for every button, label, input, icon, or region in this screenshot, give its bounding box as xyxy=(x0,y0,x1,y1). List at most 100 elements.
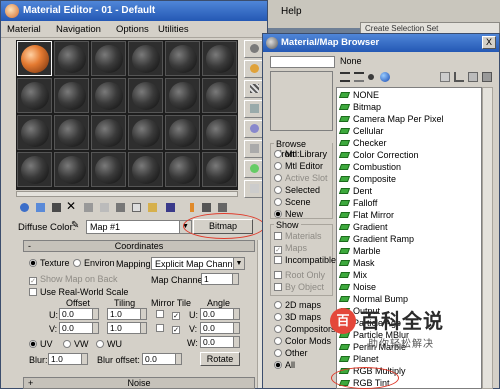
u-mirror-checkbox[interactable] xyxy=(156,309,167,319)
sample-slot[interactable] xyxy=(128,78,163,113)
browse-selected-radio[interactable]: Selected xyxy=(274,185,320,195)
sample-slot[interactable] xyxy=(17,78,52,113)
reset-map-button[interactable]: ✕ xyxy=(66,199,80,213)
map-list-item[interactable]: Composite xyxy=(338,174,396,184)
menu-material[interactable]: Material xyxy=(7,24,41,35)
v-tiling-spinner[interactable]: 1.0 xyxy=(107,322,147,334)
sample-slot[interactable] xyxy=(202,115,237,150)
map-list-item[interactable]: Cellular xyxy=(338,126,384,136)
category-color-mods-radio[interactable]: Color Mods xyxy=(274,336,331,346)
wu-radio[interactable]: WU xyxy=(96,339,122,349)
sample-type-button[interactable] xyxy=(244,40,264,58)
sample-slot[interactable] xyxy=(165,152,200,187)
browse-new-radio[interactable]: New xyxy=(274,209,303,219)
sample-slot[interactable] xyxy=(91,41,126,76)
mapping-dropdown[interactable]: Explicit Map Channel ▼ xyxy=(151,257,245,270)
category-all-radio[interactable]: All xyxy=(274,360,295,370)
map-list-item[interactable]: Flat Mirror xyxy=(338,210,394,220)
root-only-checkbox[interactable]: Root Only xyxy=(274,270,325,280)
map-list-item[interactable]: Normal Bump xyxy=(338,294,408,304)
make-unique-button[interactable] xyxy=(98,201,112,215)
map-list-item[interactable]: Checker xyxy=(338,138,387,148)
category-2d-maps-radio[interactable]: 2D maps xyxy=(274,300,321,310)
browse-scene-radio[interactable]: Scene xyxy=(274,197,311,207)
sample-slot[interactable] xyxy=(128,41,163,76)
map-list-item[interactable]: NONE xyxy=(338,90,379,100)
sample-slot[interactable] xyxy=(202,78,237,113)
u-offset-spinner[interactable]: 0.0 xyxy=(59,308,99,320)
map-list-item[interactable]: Gradient xyxy=(338,222,388,232)
rotate-button[interactable]: Rotate xyxy=(200,352,240,366)
uv-radio[interactable]: UV xyxy=(29,339,53,349)
v-mirror-checkbox[interactable] xyxy=(156,323,167,333)
sample-slot[interactable] xyxy=(91,78,126,113)
browse-mtl-editor-radio[interactable]: Mtl Editor xyxy=(274,161,323,171)
show-end-result-button[interactable] xyxy=(164,201,178,215)
sample-slots-scrollbar[interactable] xyxy=(16,191,238,197)
map-list-item[interactable]: Camera Map Per Pixel xyxy=(338,114,444,124)
category-3d-maps-radio[interactable]: 3D maps xyxy=(274,312,321,322)
background-button[interactable] xyxy=(244,80,264,98)
sample-slot[interactable] xyxy=(91,115,126,150)
menu-utilities[interactable]: Utilities xyxy=(158,24,189,35)
sample-slot[interactable] xyxy=(54,115,89,150)
select-by-material-button[interactable] xyxy=(244,180,264,198)
sample-slot[interactable] xyxy=(165,41,200,76)
map-list-item[interactable]: Falloff xyxy=(338,198,377,208)
sample-slot[interactable] xyxy=(128,152,163,187)
menu-options[interactable]: Options xyxy=(116,24,149,35)
browse-active-slot-radio[interactable]: Active Slot xyxy=(274,173,328,183)
delete-from-library-icon[interactable] xyxy=(454,72,464,82)
by-object-checkbox[interactable]: By Object xyxy=(274,282,324,292)
save-library-icon[interactable] xyxy=(482,72,492,82)
blur-offset-spinner[interactable]: 0.0 xyxy=(142,353,182,365)
view-small-icons-icon[interactable] xyxy=(368,74,374,80)
vw-radio[interactable]: VW xyxy=(63,339,89,349)
uv-tiling-button[interactable] xyxy=(244,100,264,118)
view-large-icons-icon[interactable] xyxy=(380,72,390,82)
real-world-scale-checkbox[interactable]: Use Real-World Scale xyxy=(29,287,128,297)
get-material-button[interactable] xyxy=(18,201,32,215)
sample-slot[interactable] xyxy=(54,41,89,76)
map-list-item[interactable]: Mask xyxy=(338,258,375,268)
blur-spinner[interactable]: 1.0 xyxy=(48,353,88,365)
material-editor-titlebar[interactable]: Material Editor - 01 - Default xyxy=(1,1,267,21)
v-offset-spinner[interactable]: 0.0 xyxy=(59,322,99,334)
help-menu[interactable]: Help xyxy=(281,6,302,17)
browse-mtl-library-radio[interactable]: Mtl Library xyxy=(274,149,327,159)
assign-material-button[interactable] xyxy=(50,201,64,215)
menu-navigation[interactable]: Navigation xyxy=(56,24,101,35)
clear-library-icon[interactable] xyxy=(468,72,478,82)
show-materials-checkbox[interactable]: Materials xyxy=(274,231,322,241)
category-compositors-radio[interactable]: Compositors xyxy=(274,324,336,334)
view-list-icon[interactable] xyxy=(340,72,350,82)
eyedropper-icon[interactable]: ✎ xyxy=(71,220,83,232)
make-preview-button[interactable] xyxy=(244,140,264,158)
map-list-item[interactable]: Dent xyxy=(338,186,372,196)
map-list-item[interactable]: Combustion xyxy=(338,162,401,172)
sample-slot[interactable] xyxy=(128,115,163,150)
browser-search-input[interactable] xyxy=(270,56,335,68)
environ-radio[interactable]: Environ xyxy=(73,258,115,268)
sample-slot[interactable] xyxy=(17,41,52,76)
sample-slot[interactable] xyxy=(91,152,126,187)
material-id-button[interactable] xyxy=(130,201,144,215)
backlight-button[interactable] xyxy=(244,60,264,78)
close-button[interactable]: X xyxy=(482,36,496,49)
sample-slot[interactable] xyxy=(165,115,200,150)
category-other-radio[interactable]: Other xyxy=(274,348,308,358)
make-copy-button[interactable] xyxy=(82,201,96,215)
noise-rollout-header[interactable]: + Noise xyxy=(23,377,255,389)
map-list-item[interactable]: Noise xyxy=(338,282,376,292)
sample-slot[interactable] xyxy=(202,152,237,187)
show-map-in-viewport-button[interactable] xyxy=(146,201,160,215)
sample-slot[interactable] xyxy=(17,152,52,187)
texture-radio[interactable]: Texture xyxy=(29,258,70,268)
update-scene-icon[interactable] xyxy=(440,72,450,82)
sample-slot[interactable] xyxy=(17,115,52,150)
show-incompatible-checkbox[interactable]: Incompatible xyxy=(274,255,336,265)
sample-slot[interactable] xyxy=(54,152,89,187)
browser-titlebar[interactable]: Material/Map Browser X xyxy=(263,34,499,52)
sample-slot[interactable] xyxy=(165,78,200,113)
sample-slot[interactable] xyxy=(202,41,237,76)
